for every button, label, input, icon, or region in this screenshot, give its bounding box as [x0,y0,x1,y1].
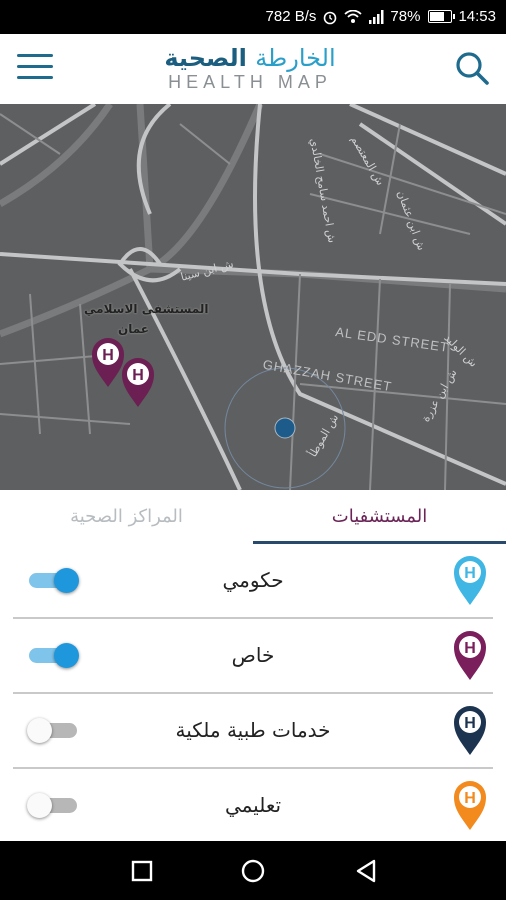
status-bar: 782 B/s 78% 14:53 [0,0,506,34]
svg-text:H: H [464,715,476,732]
map-poi-label: عمان [118,322,149,336]
logo-arabic: الخارطة الصحية [150,44,350,72]
app-logo: الخارطة الصحية HEALTH MAP [150,44,350,96]
menu-icon-bar [17,65,53,68]
back-icon[interactable] [350,855,382,887]
map-poi-label: المستشفى الاسلامي [84,302,209,316]
hospital-pin-icon: H [454,556,486,605]
alarm-icon [324,11,337,24]
hospital-pin-icon: H [454,781,486,830]
menu-button[interactable] [17,54,53,82]
filter-label: تعليمي [224,793,282,817]
svg-text:H: H [464,565,476,582]
menu-icon-bar [17,54,53,57]
svg-text:H: H [464,790,476,807]
filter-list: حكومي H خاص H خدمات طبية ملكية H تعليمي … [0,544,506,844]
toggle-switch[interactable] [27,568,81,593]
tab-health-centers[interactable]: المراكز الصحية [0,490,253,544]
menu-icon-bar [17,76,53,79]
filter-row-government: حكومي H [13,544,493,619]
toggle-knob [54,643,79,668]
recents-icon[interactable] [126,855,158,887]
filter-row-royal-medical: خدمات طبية ملكية H [13,694,493,769]
hospital-pin-icon: H [454,631,486,680]
logo-arabic-light: الخارطة [255,44,336,72]
pin-letter: H [102,347,114,364]
map-hospital-marker[interactable]: H [120,356,156,408]
toggle-switch[interactable] [27,643,81,668]
signal-icon [369,9,384,24]
toggle-switch[interactable] [27,793,81,818]
logo-english: HEALTH MAP [168,72,332,92]
search-icon[interactable] [454,50,490,86]
map-view[interactable]: AL EDD STREET GHAZZAH STREET ش ابن عزرة … [0,104,506,490]
hospital-pin-icon: H [454,706,486,755]
filter-label: خدمات طبية ملكية [175,718,331,742]
wifi-icon [344,9,363,23]
logo-arabic-bold: الصحية [164,44,247,72]
toggle-knob [54,568,79,593]
svg-text:H: H [464,640,476,657]
status-icons: 782 B/s 78% 14:53 [266,8,496,25]
home-icon[interactable] [237,855,269,887]
toggle-knob [27,793,52,818]
app-header: الخارطة الصحية HEALTH MAP [0,34,506,104]
filter-row-private: خاص H [13,619,493,694]
clock: 14:53 [458,8,496,25]
filter-label: خاص [231,643,275,667]
category-tabs: المراكز الصحية المستشفيات [0,490,506,545]
battery-percent: 78% [390,8,421,25]
net-speed: 782 B/s [265,8,317,25]
pin-letter: H [132,367,144,384]
tab-hospitals[interactable]: المستشفيات [253,490,506,544]
map-roads [0,104,506,490]
system-nav-bar [0,841,506,900]
filter-label: حكومي [222,568,284,592]
filter-row-educational: تعليمي H [13,769,493,844]
battery-icon [428,10,456,23]
toggle-switch[interactable] [27,718,81,743]
toggle-knob [27,718,52,743]
